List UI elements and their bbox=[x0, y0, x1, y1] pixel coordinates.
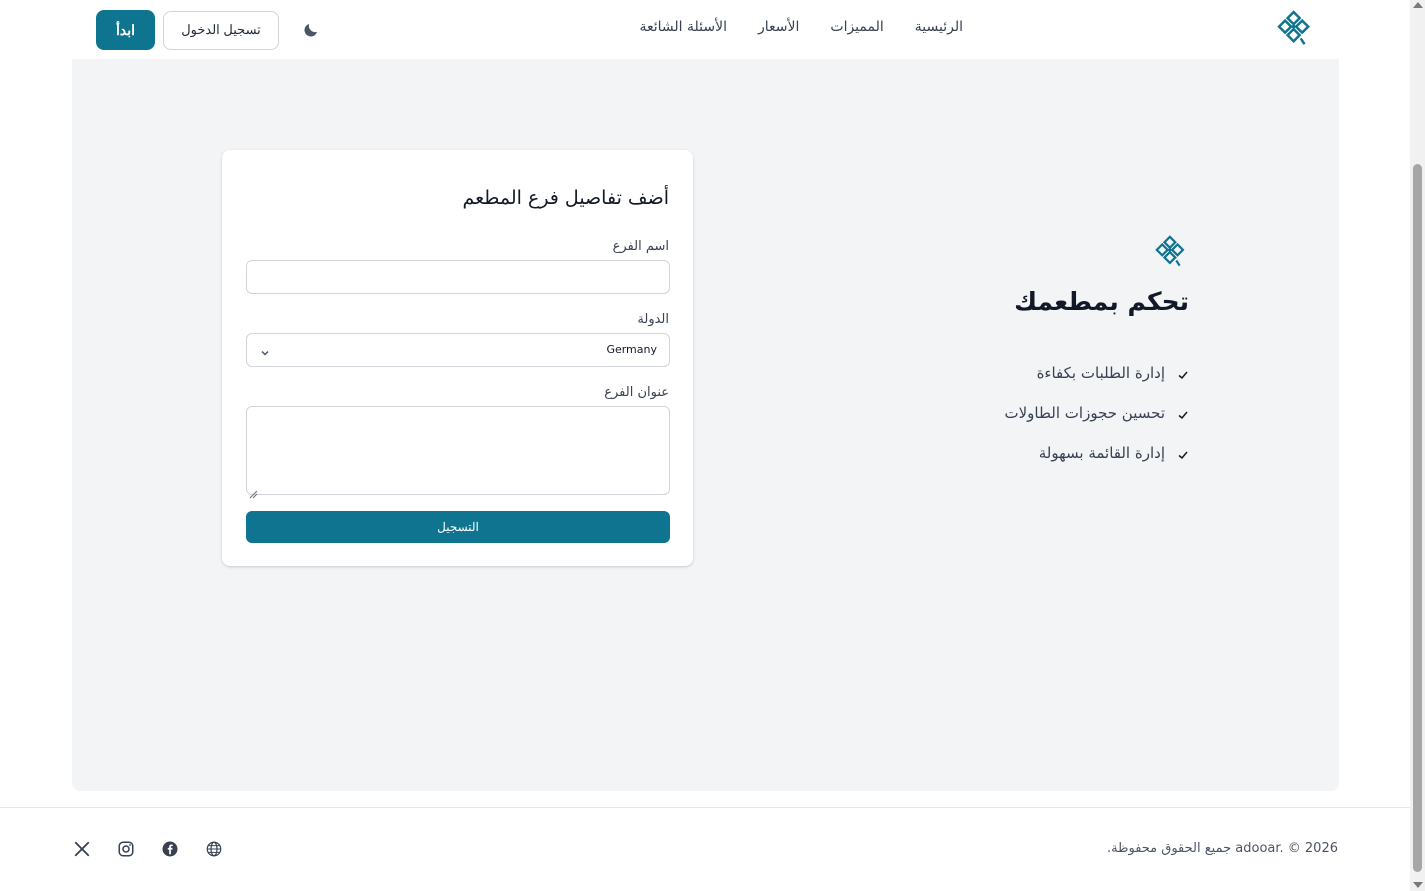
feature-item: إدارة القائمة بسهولة bbox=[1005, 433, 1190, 473]
main-nav: الرئيسية المميزات الأسعار الأسئلة الشائع… bbox=[640, 19, 964, 35]
x-icon[interactable] bbox=[72, 839, 92, 859]
footer-divider bbox=[0, 807, 1410, 808]
resize-handle-icon[interactable] bbox=[249, 484, 258, 499]
branch-form-card: أضف تفاصيل فرع المطعم اسم الفرع الدولة G… bbox=[222, 150, 693, 566]
scrollbar-thumb[interactable] bbox=[1413, 164, 1422, 872]
address-label: عنوان الفرع bbox=[604, 385, 669, 400]
moon-icon[interactable] bbox=[291, 10, 331, 50]
country-label: الدولة bbox=[637, 312, 669, 327]
form-title: أضف تفاصيل فرع المطعم bbox=[462, 187, 670, 209]
brand-logo-icon[interactable] bbox=[1277, 10, 1315, 48]
country-selected-value: Germany bbox=[606, 343, 657, 356]
address-textarea[interactable] bbox=[247, 407, 669, 494]
feature-label: تحسين حجوزات الطاولات bbox=[1004, 404, 1166, 422]
check-icon bbox=[1177, 447, 1189, 460]
branch-name-label: اسم الفرع bbox=[612, 239, 669, 254]
login-button[interactable]: تسجيل الدخول bbox=[163, 10, 279, 50]
promo-title: تحكم بمطعمك bbox=[1014, 287, 1189, 316]
vertical-scrollbar[interactable] bbox=[1410, 0, 1425, 891]
facebook-icon[interactable] bbox=[160, 839, 180, 859]
feature-item: إدارة الطلبات بكفاءة bbox=[1005, 353, 1190, 393]
address-field bbox=[246, 406, 670, 499]
feature-label: إدارة الطلبات بكفاءة bbox=[1036, 364, 1165, 382]
social-links bbox=[72, 839, 224, 859]
instagram-icon[interactable] bbox=[116, 839, 136, 859]
feature-label: إدارة القائمة بسهولة bbox=[1038, 444, 1165, 462]
scroll-down-arrow-icon[interactable] bbox=[1413, 882, 1423, 888]
chevron-down-icon bbox=[259, 344, 271, 356]
start-button[interactable]: ابدأ bbox=[96, 10, 155, 50]
header-actions: ابدأ تسجيل الدخول bbox=[96, 10, 331, 50]
feature-list: إدارة الطلبات بكفاءة تحسين حجوزات الطاول… bbox=[1005, 353, 1190, 473]
register-button[interactable]: التسجيل bbox=[246, 511, 670, 543]
branch-name-input[interactable] bbox=[247, 261, 669, 293]
site-header: ابدأ تسجيل الدخول الرئيسية المميزات الأس… bbox=[72, 0, 1339, 59]
main-content: أضف تفاصيل فرع المطعم اسم الفرع الدولة G… bbox=[72, 59, 1339, 791]
nav-faq[interactable]: الأسئلة الشائعة bbox=[640, 19, 728, 35]
nav-home[interactable]: الرئيسية bbox=[915, 19, 963, 35]
country-select[interactable]: Germany bbox=[246, 333, 670, 367]
copyright-text: adooar. © 2026 جميع الحقوق محفوظة. bbox=[1107, 841, 1338, 856]
check-icon bbox=[1177, 367, 1189, 380]
brand-logo-icon bbox=[1155, 235, 1189, 269]
nav-pricing[interactable]: الأسعار bbox=[758, 19, 799, 35]
globe-icon[interactable] bbox=[204, 839, 224, 859]
check-icon bbox=[1177, 407, 1189, 420]
page: ابدأ تسجيل الدخول الرئيسية المميزات الأس… bbox=[0, 0, 1410, 891]
feature-item: تحسين حجوزات الطاولات bbox=[1005, 393, 1190, 433]
nav-features[interactable]: المميزات bbox=[830, 19, 883, 35]
branch-name-field bbox=[246, 260, 670, 294]
scroll-up-arrow-icon[interactable] bbox=[1413, 2, 1423, 8]
